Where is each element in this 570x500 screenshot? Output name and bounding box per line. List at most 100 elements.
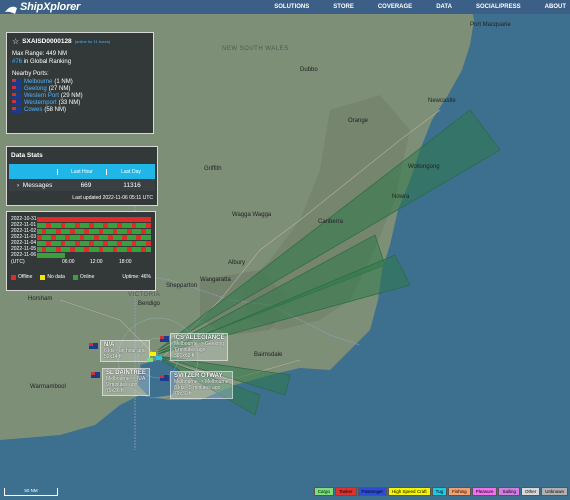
- legend-sailing[interactable]: Sailing: [498, 487, 520, 496]
- ship-label-sl-daintree[interactable]: SL DAINTREE Melbourne -> N/A 9 minutes a…: [102, 368, 150, 396]
- legend-no-data: No data: [40, 274, 65, 280]
- legend-pleasure[interactable]: Pleasure: [471, 487, 498, 496]
- messages-row-label[interactable]: › Messages: [9, 182, 63, 189]
- nav-coverage[interactable]: COVERAGE: [378, 4, 412, 10]
- port-name[interactable]: Melbourne: [24, 79, 52, 85]
- port-item[interactable]: Melbourne (1 NM): [12, 79, 148, 85]
- map-label-city: Bendigo: [138, 301, 161, 307]
- uptime-row: 2022-11-06: [11, 252, 151, 258]
- ship-label-na[interactable]: N/A 6 kts - an hour ago 52x14 ft: [100, 340, 150, 362]
- station-info-panel: ☆ SXAISD0000128 (online for 11 hours) Ma…: [6, 32, 154, 134]
- logo[interactable]: ShipXplorer: [4, 1, 80, 14]
- map-label-city: Horsham: [28, 296, 53, 302]
- uptime-hour: [145, 246, 151, 252]
- axis-label: (UTC): [11, 259, 25, 265]
- nav-solutions[interactable]: SOLUTIONS: [274, 4, 309, 10]
- nav-about[interactable]: ABOUT: [545, 4, 566, 10]
- uptime-hour: [145, 240, 151, 246]
- port-item[interactable]: Cowes (58 NM): [12, 107, 148, 113]
- uptime-axis: (UTC) 06:00 12:00 18:00: [11, 259, 151, 266]
- scale-label: 50 NM: [24, 488, 38, 493]
- table-row[interactable]: › Messages 669 11316: [9, 179, 155, 191]
- nav-social-press[interactable]: SOCIAL/PRESS: [476, 4, 521, 10]
- uptime-bar: [37, 234, 151, 240]
- data-stats-title: Data Stats: [11, 152, 43, 159]
- nav-store[interactable]: STORE: [333, 4, 354, 10]
- uptime-bar: [37, 240, 151, 246]
- map-label-city: Shepparton: [166, 283, 198, 289]
- ship-size: 79x36 ft: [106, 388, 124, 394]
- port-distance: (33 NM): [58, 100, 81, 106]
- port-item[interactable]: Geelong (27 NM): [12, 86, 148, 92]
- port-name[interactable]: Cowes: [24, 107, 42, 113]
- legend-unknown[interactable]: Unknown: [541, 487, 568, 496]
- port-name[interactable]: Westernport: [24, 100, 57, 106]
- ship-size: 301x60 ft: [174, 353, 195, 359]
- uptime-hour: [145, 216, 151, 222]
- uptime-date: 2022-11-06: [11, 252, 37, 258]
- axis-label: 06:00: [62, 259, 75, 265]
- port-distance: (1 NM): [54, 79, 73, 85]
- australia-flag-icon: [160, 336, 169, 342]
- ranking-link[interactable]: #76: [12, 59, 22, 65]
- legend-online: Online: [72, 274, 95, 280]
- ship-size: 52x14 ft: [104, 354, 122, 360]
- port-name[interactable]: Western Port: [24, 93, 59, 99]
- legend-label: Offline: [18, 274, 33, 280]
- axis-label: 12:00: [90, 259, 103, 265]
- legend-cargo[interactable]: Cargo: [313, 487, 335, 496]
- last-updated: Last updated 2022-11-06 05:11 UTC: [72, 195, 153, 201]
- map-label-city: Port Macquarie: [470, 22, 511, 28]
- vessel-type-legend: Cargo Tanker Passenger High Speed Craft …: [313, 487, 568, 496]
- legend-label: No data: [47, 274, 65, 280]
- legend-tug[interactable]: Tug: [431, 487, 448, 496]
- uptime-percent: Uptime: 46%: [122, 274, 151, 280]
- data-stats-panel: Data Stats Last Hour Last Day › Messages…: [6, 146, 158, 206]
- map-label-city: Griffith: [204, 166, 222, 172]
- uptime-hour: [145, 234, 151, 240]
- header-last-hour: Last Hour: [57, 168, 106, 175]
- australia-flag-icon: [12, 79, 21, 85]
- australia-flag-icon: [89, 343, 98, 349]
- australia-flag-icon: [91, 372, 100, 378]
- offline-swatch: [11, 274, 16, 280]
- table-header: Last Hour Last Day: [9, 164, 155, 179]
- ship-label-ics-allegiance[interactable]: ICS ALLEGIANCE Melbourne -> Geelong 7 mi…: [170, 333, 229, 361]
- legend-high-speed-craft[interactable]: High Speed Craft: [388, 487, 431, 496]
- favorite-star-icon[interactable]: ☆: [12, 37, 19, 46]
- nav-data[interactable]: DATA: [436, 4, 452, 10]
- port-distance: (27 NM): [48, 86, 71, 92]
- messages-last-day: 11316: [123, 181, 141, 189]
- map-label-city: Wangaratta: [200, 277, 231, 283]
- max-range: Max Range: 449 NM: [12, 51, 68, 57]
- station-id: SXAISD0000128: [22, 38, 72, 45]
- uptime-bar: [37, 252, 151, 258]
- map-label-victoria: VICTORIA: [128, 292, 161, 298]
- port-distance: (58 NM): [44, 107, 67, 113]
- ship-label-svitzer-otway[interactable]: SVITZER OTWAY Melbourne -> Melbourne 8 k…: [170, 371, 233, 399]
- map-label-city: Nowra: [392, 194, 410, 200]
- map-label-city: Wagga Wagga: [232, 212, 272, 218]
- map-label-city: Wollongong: [408, 164, 440, 170]
- uptime-bar: [37, 222, 151, 228]
- port-item[interactable]: Western Port (29 NM): [12, 93, 148, 99]
- australia-flag-icon: [160, 375, 169, 381]
- legend-other[interactable]: Other: [520, 487, 541, 496]
- logo-icon: [4, 2, 18, 14]
- uptime-hour: [145, 222, 151, 228]
- map-label-city: Bairnsdale: [254, 352, 283, 358]
- legend-tanker[interactable]: Tanker: [335, 487, 357, 496]
- uptime-legend: Offline No data Online Uptime: 46%: [11, 274, 151, 280]
- global-ranking: #76 in Global Ranking: [12, 59, 148, 65]
- data-stats-table: Last Hour Last Day › Messages 669 11316: [9, 164, 155, 191]
- legend-label: Online: [79, 274, 95, 280]
- legend-fishing[interactable]: Fishing: [448, 487, 471, 496]
- legend-passenger[interactable]: Passenger: [357, 487, 388, 496]
- port-distance: (29 NM): [60, 93, 83, 99]
- ship-marker-icon[interactable]: [156, 356, 162, 360]
- online-status: (online for 11 hours): [74, 39, 111, 44]
- port-name[interactable]: Geelong: [24, 86, 47, 92]
- messages-last-hour: 669: [80, 181, 92, 189]
- ship-marker-icon[interactable]: [147, 358, 153, 362]
- port-item[interactable]: Westernport (33 NM): [12, 100, 148, 106]
